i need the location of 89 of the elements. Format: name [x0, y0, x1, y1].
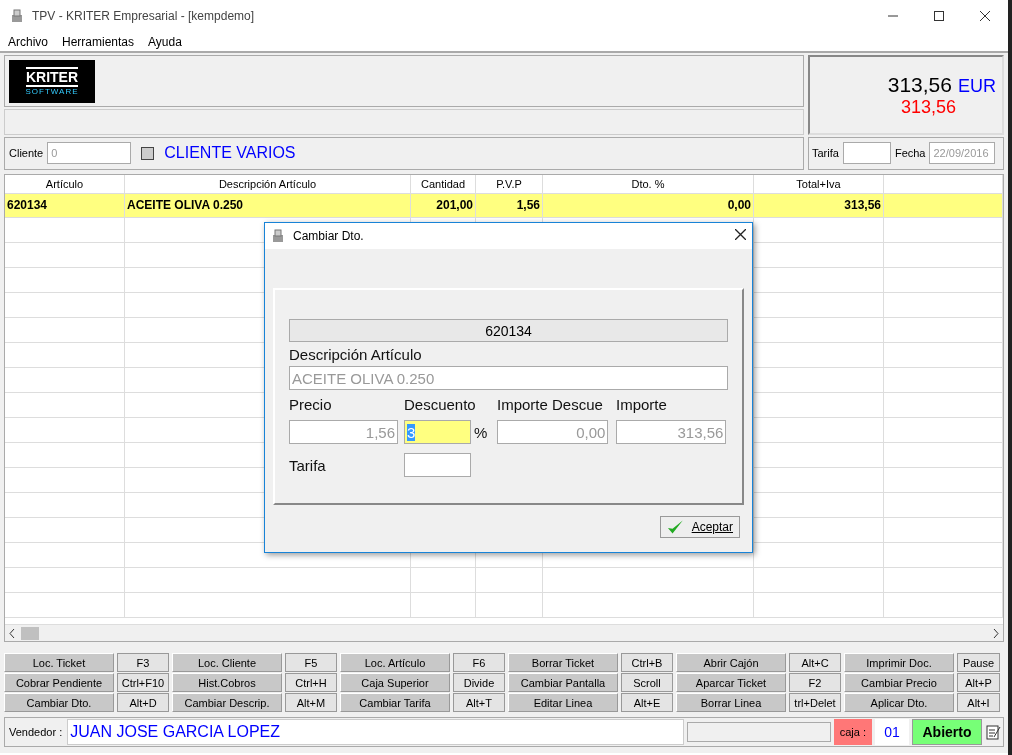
function-button[interactable]: Loc. Cliente: [172, 653, 282, 672]
shortcut-button[interactable]: F3: [117, 653, 169, 672]
function-button[interactable]: Aplicar Dto.: [844, 693, 954, 712]
shortcut-button[interactable]: F2: [789, 673, 841, 692]
date-label: Fecha: [894, 147, 926, 159]
menu-item[interactable]: Ayuda: [148, 34, 182, 49]
shortcut-button[interactable]: Ctrl+H: [285, 673, 337, 692]
total-amount: 313,56: [887, 72, 952, 97]
scroll-left-icon[interactable]: [9, 628, 15, 638]
notepad-icon[interactable]: [985, 724, 1001, 740]
table-cell: 201,00: [411, 194, 476, 217]
shortcut-button[interactable]: Alt+I: [957, 693, 1000, 712]
customer-label: Cliente: [9, 147, 44, 159]
table-cell: 313,56: [754, 194, 884, 217]
function-button[interactable]: Cambiar Dto.: [4, 693, 114, 712]
table-cell: 1,56: [476, 194, 543, 217]
shortcut-button[interactable]: trl+Delet: [789, 693, 841, 712]
function-button[interactable]: Cobrar Pendiente: [4, 673, 114, 692]
function-button[interactable]: Loc. Ticket: [4, 653, 114, 672]
tariff-label: Tarifa: [289, 456, 327, 474]
close-icon[interactable]: [980, 11, 990, 21]
secondary-total: 313,56: [900, 96, 956, 118]
article-code: 620134: [289, 319, 728, 342]
till-label: caja :: [833, 719, 872, 745]
price-label: Precio: [289, 396, 333, 413]
shortcut-button[interactable]: Alt+E: [621, 693, 673, 712]
column-header: P.V.P: [476, 175, 543, 193]
seller-label: Vendedor :: [8, 726, 64, 738]
dialog-title: Cambiar Dto.: [293, 229, 364, 243]
function-button[interactable]: Caja Superior: [340, 673, 450, 692]
seller-name: JUAN JOSE GARCIA LOPEZ: [67, 719, 684, 745]
shortcut-button[interactable]: Pause: [957, 653, 1000, 672]
maximize-icon[interactable]: [934, 11, 944, 21]
app-icon: [271, 229, 285, 243]
function-button[interactable]: Cambiar Precio: [844, 673, 954, 692]
check-icon: [667, 519, 684, 535]
function-button[interactable]: Imprimir Doc.: [844, 653, 954, 672]
column-header: Dto. %: [543, 175, 754, 193]
function-button[interactable]: Borrar Ticket: [508, 653, 618, 672]
column-header: Cantidad: [411, 175, 476, 193]
table-cell: ACEITE OLIVA 0.250: [125, 194, 411, 217]
shortcut-button[interactable]: F5: [285, 653, 337, 672]
function-button[interactable]: Cambiar Tarifa: [340, 693, 450, 712]
scroll-right-icon[interactable]: [993, 628, 999, 638]
table-cell: 0,00: [543, 194, 754, 217]
shortcut-button[interactable]: Alt+T: [453, 693, 505, 712]
column-header: Artículo: [5, 175, 125, 193]
function-button[interactable]: Editar Linea: [508, 693, 618, 712]
horizontal-scrollbar[interactable]: [5, 624, 1003, 641]
window-title: TPV - KRITER Empresarial - [kempdemo]: [32, 9, 255, 23]
till-number: 01: [875, 719, 909, 745]
function-button[interactable]: Abrir Cajón: [676, 653, 786, 672]
shortcut-button[interactable]: Scroll: [621, 673, 673, 692]
scroll-thumb[interactable]: [21, 626, 39, 640]
shortcut-button[interactable]: F6: [453, 653, 505, 672]
app-icon: [10, 9, 24, 23]
function-button[interactable]: Borrar Linea: [676, 693, 786, 712]
shortcut-button[interactable]: Ctrl+F10: [117, 673, 169, 692]
tariff-field[interactable]: [842, 142, 891, 164]
discount-label: Descuento: [404, 396, 477, 413]
menu-item[interactable]: Archivo: [8, 34, 48, 49]
function-button[interactable]: Loc. Artículo: [340, 653, 450, 672]
percent-sign: %: [474, 423, 488, 441]
column-header: Descripción Artículo: [125, 175, 411, 193]
accept-button[interactable]: Aceptar: [660, 516, 740, 538]
shortcut-button[interactable]: Alt+M: [285, 693, 337, 712]
customer-checkbox[interactable]: [141, 146, 155, 160]
column-header: Total+Iva: [754, 175, 884, 193]
till-state: Abierto: [912, 719, 982, 745]
ticket-row[interactable]: 620134 ACEITE OLIVA 0.250 201,00 1,56 0,00 313,56: [5, 194, 1003, 218]
amount-label: Importe: [616, 396, 667, 413]
tariff-field[interactable]: [404, 453, 471, 477]
menu-item[interactable]: Herramientas: [62, 34, 135, 49]
logo: KRITER SOFTWARE: [9, 60, 95, 103]
function-button[interactable]: Hist.Cobros: [172, 673, 282, 692]
shortcut-button[interactable]: Divide: [453, 673, 505, 692]
table-cell: 620134: [5, 194, 125, 217]
shortcut-button[interactable]: Ctrl+B: [621, 653, 673, 672]
customer-name: CLIENTE VARIOS: [164, 144, 296, 162]
description-label: Descripción Artículo: [289, 346, 422, 363]
function-button[interactable]: Cambiar Descrip.: [172, 693, 282, 712]
shortcut-button[interactable]: Alt+D: [117, 693, 169, 712]
discount-amount-label: Importe Descue: [497, 396, 604, 413]
shortcut-button[interactable]: Alt+C: [789, 653, 841, 672]
function-button[interactable]: Aparcar Ticket: [676, 673, 786, 692]
tariff-label: Tarifa: [812, 147, 839, 159]
shortcut-button[interactable]: Alt+P: [957, 673, 1000, 692]
function-button[interactable]: Cambiar Pantalla: [508, 673, 618, 692]
currency-label: EUR: [958, 75, 996, 97]
